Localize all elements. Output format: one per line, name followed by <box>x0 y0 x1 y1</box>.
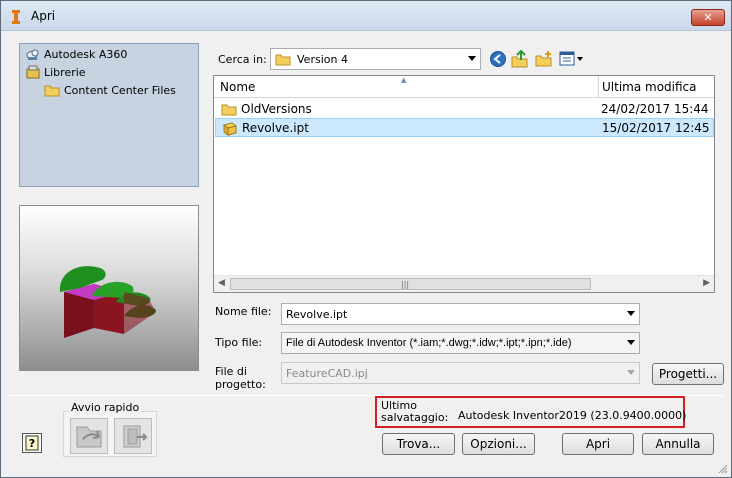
scroll-left-icon[interactable]: ◀ <box>218 278 225 288</box>
options-button[interactable]: Opzioni... <box>462 433 535 455</box>
svg-text:?: ? <box>29 437 35 450</box>
place-item-libraries[interactable]: Librerie <box>26 64 86 80</box>
file-list-header: ▲ Nome Ultima modifica <box>214 76 714 98</box>
file-list[interactable]: ▲ Nome Ultima modifica OldVersions 24/02… <box>213 75 715 293</box>
folder-icon <box>221 104 237 115</box>
project-file-label-line1: File di <box>215 365 247 378</box>
window-title: Apri <box>31 9 56 23</box>
file-type-label: Tipo file: <box>215 336 263 349</box>
part-file-icon <box>222 121 238 136</box>
folder-icon <box>275 54 291 66</box>
close-icon: ✕ <box>703 11 713 24</box>
file-date: 15/02/2017 12:45 <box>602 120 710 135</box>
project-file-label-line2: progetto: <box>215 378 266 391</box>
help-button[interactable]: ? <box>22 433 42 453</box>
place-item-a360[interactable]: Autodesk A360 <box>26 46 127 62</box>
look-in-select[interactable]: Version 4 <box>270 48 481 70</box>
cancel-button[interactable]: Annulla <box>642 433 714 455</box>
close-button[interactable]: ✕ <box>691 9 725 26</box>
inventor-app-icon <box>12 10 20 24</box>
file-type-value: File di Autodesk Inventor (*.iam;*.dwg;*… <box>286 337 572 349</box>
file-name-cell: Revolve.ipt <box>222 120 309 136</box>
file-name-cell: OldVersions <box>221 102 312 116</box>
file-type-select[interactable]: File di Autodesk Inventor (*.iam;*.dwg;*… <box>281 332 640 354</box>
chevron-down-icon <box>468 56 476 61</box>
places-panel: Autodesk A360 Librerie Content Center Fi… <box>19 43 199 187</box>
place-item-content-center[interactable]: Content Center Files <box>44 82 176 98</box>
back-icon[interactable] <box>489 50 507 68</box>
quick-launch-exit-button <box>114 418 152 454</box>
up-folder-icon[interactable] <box>511 50 529 68</box>
file-name-label: Nome file: <box>215 305 272 318</box>
project-file-value: FeatureCAD.ipj <box>286 366 368 380</box>
libraries-icon <box>26 65 40 79</box>
resize-grip-icon[interactable] <box>718 464 728 474</box>
column-separator[interactable] <box>598 76 599 98</box>
file-preview <box>19 205 199 371</box>
chevron-down-icon <box>627 370 635 375</box>
project-file-select: FeatureCAD.ipj <box>281 362 640 384</box>
file-date: 24/02/2017 15:44 <box>601 101 709 116</box>
view-menu-icon[interactable] <box>559 50 585 68</box>
place-label: Autodesk A360 <box>44 47 128 61</box>
quick-launch-open-button <box>70 418 108 454</box>
look-in-value: Version 4 <box>297 52 348 66</box>
open-project-icon <box>76 426 102 448</box>
scroll-right-icon[interactable]: ▶ <box>703 278 710 288</box>
file-name-value: Revolve.ipt <box>286 307 348 321</box>
scrollbar-grip-icon: ||| <box>401 280 410 289</box>
chevron-down-icon <box>627 311 635 316</box>
column-header-name[interactable]: Nome <box>220 80 255 94</box>
place-label: Librerie <box>44 65 86 79</box>
place-label: Content Center Files <box>64 83 176 97</box>
open-button[interactable]: Apri <box>562 433 634 455</box>
projects-button[interactable]: Progetti... <box>652 363 724 385</box>
column-header-modified[interactable]: Ultima modifica <box>602 80 697 94</box>
model-preview-image <box>59 266 156 338</box>
help-icon: ? <box>25 435 39 451</box>
exit-icon <box>123 425 148 448</box>
folder-icon <box>44 85 60 97</box>
open-dialog: Apri ✕ Autodesk A360 Librerie Content Ce… <box>0 0 732 478</box>
cloud-icon <box>26 49 39 60</box>
title-bar: Apri ✕ <box>1 1 731 31</box>
scrollbar-thumb[interactable]: ||| <box>230 278 591 290</box>
file-name: Revolve.ipt <box>242 120 309 135</box>
chevron-down-icon <box>627 340 635 345</box>
last-saved-value: Autodesk Inventor2019 (23.0.9400.0000) <box>458 409 687 422</box>
new-folder-icon[interactable] <box>535 50 553 68</box>
find-button[interactable]: Trova... <box>382 433 455 455</box>
look-in-label: Cerca in: <box>218 53 267 66</box>
horizontal-scrollbar[interactable]: ◀ ||| ▶ <box>214 275 714 292</box>
file-row-oldversions[interactable]: OldVersions 24/02/2017 15:44 <box>215 99 714 118</box>
sort-ascending-icon: ▲ <box>401 76 407 84</box>
last-saved-label-line2: salvataggio: <box>381 411 449 424</box>
file-row-revolve[interactable]: Revolve.ipt 15/02/2017 12:45 <box>215 118 714 137</box>
file-name: OldVersions <box>241 101 312 116</box>
file-name-input[interactable]: Revolve.ipt <box>281 303 640 325</box>
quick-launch-label: Avvio rapido <box>69 401 142 414</box>
